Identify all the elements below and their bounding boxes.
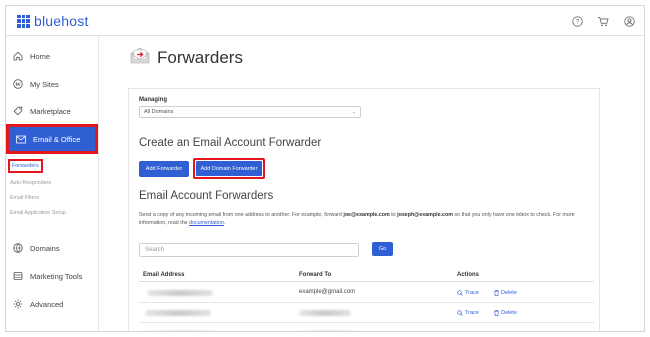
tools-icon xyxy=(12,270,24,282)
redacted-email xyxy=(147,290,213,296)
trace-label: Trace xyxy=(465,290,479,296)
mail-icon xyxy=(15,133,27,145)
delete-action[interactable]: Delete xyxy=(494,331,517,332)
sidebar-item-label: Domains xyxy=(30,243,60,253)
app-window: bluehost ? Home W My Sites Marketplace E… xyxy=(5,5,645,332)
description-text: to xyxy=(389,212,398,218)
page-title: Forwarders xyxy=(157,48,243,67)
sidebar-item-email-office[interactable]: Email & Office xyxy=(6,124,98,154)
managing-domain-value: All Domains xyxy=(144,109,174,115)
table-row: Trace Delete xyxy=(139,304,594,323)
svg-text:W: W xyxy=(15,82,21,88)
trace-label: Trace xyxy=(465,310,479,316)
sidebar-item-label: Home xyxy=(30,51,51,61)
go-button[interactable]: Go xyxy=(372,242,393,256)
delete-action[interactable]: Delete xyxy=(494,310,517,316)
sidebar-item-home[interactable]: Home xyxy=(6,45,98,67)
trash-icon xyxy=(494,290,499,296)
redacted-email xyxy=(145,331,219,332)
managing-domain-select[interactable]: All Domains ⌄ xyxy=(139,106,361,118)
top-bar: bluehost ? xyxy=(6,6,644,36)
subnav-forwarders[interactable]: Forwarders xyxy=(8,159,43,173)
forwarders-mail-icon xyxy=(130,47,150,69)
subnav-email-application-setup[interactable]: Email Application Setup xyxy=(10,210,66,216)
cart-icon[interactable] xyxy=(596,14,610,28)
documentation-link[interactable]: documentation xyxy=(189,220,224,226)
add-domain-forwarder-button[interactable]: Add Domain Forwarder xyxy=(193,158,265,179)
svg-text:?: ? xyxy=(575,18,579,25)
sidebar-item-domains[interactable]: Domains xyxy=(6,237,98,259)
trace-action[interactable]: Trace xyxy=(457,331,479,332)
trace-action[interactable]: Trace xyxy=(457,290,479,296)
description-text: Send a copy of any incoming email from o… xyxy=(139,212,344,218)
search-icon xyxy=(457,310,463,316)
redacted-forward-to xyxy=(299,331,357,332)
sidebar-item-advanced[interactable]: Advanced xyxy=(6,293,98,315)
forwarders-panel: Managing All Domains ⌄ Create an Email A… xyxy=(128,88,600,332)
forward-to-value: example@gmail.com xyxy=(299,289,356,295)
column-header-forward-to: Forward To xyxy=(299,272,332,278)
trace-label: Trace xyxy=(465,331,479,332)
example-email-from: joe@example.com xyxy=(343,212,390,218)
table-row: example@gmail.com Trace Delete xyxy=(139,284,594,303)
table-header: Email Address Forward To Actions xyxy=(139,270,594,282)
subnav-auto-responders[interactable]: Auto Responders xyxy=(10,180,51,186)
account-icon[interactable] xyxy=(622,14,636,28)
trash-icon xyxy=(494,331,499,332)
search-input[interactable]: Search xyxy=(139,243,359,257)
globe-icon xyxy=(12,242,24,254)
bluehost-logo[interactable]: bluehost xyxy=(17,13,89,29)
add-forwarder-button[interactable]: Add Forwarder xyxy=(139,161,189,177)
redacted-forward-to xyxy=(299,310,351,316)
add-domain-forwarder-label: Add Domain Forwarder xyxy=(196,161,262,176)
wordpress-icon: W xyxy=(12,78,24,90)
trace-action[interactable]: Trace xyxy=(457,310,479,316)
help-icon[interactable]: ? xyxy=(570,14,584,28)
delete-label: Delete xyxy=(501,290,517,296)
home-icon xyxy=(12,50,24,62)
chevron-down-icon: ⌄ xyxy=(351,109,356,115)
gear-icon xyxy=(12,298,24,310)
main-content: Forwarders Managing All Domains ⌄ Create… xyxy=(100,37,644,332)
trash-icon xyxy=(494,310,499,316)
forwarders-heading: Email Account Forwarders xyxy=(139,190,274,202)
delete-label: Delete xyxy=(501,310,517,316)
create-forwarder-heading: Create an Email Account Forwarder xyxy=(139,137,322,149)
sidebar-item-marketplace[interactable]: Marketplace xyxy=(6,100,98,122)
sidebar-item-label: Marketplace xyxy=(30,106,71,116)
description-text: . xyxy=(223,220,226,226)
delete-action[interactable]: Delete xyxy=(494,290,517,296)
managing-label: Managing xyxy=(139,97,167,103)
search-icon xyxy=(457,290,463,296)
column-header-actions: Actions xyxy=(457,272,480,278)
sidebar-item-label: Advanced xyxy=(30,299,64,309)
table-row: Trace Delete xyxy=(139,325,594,332)
sidebar-item-label: Marketing Tools xyxy=(30,271,83,281)
logo-grid-icon xyxy=(17,14,30,28)
delete-label: Delete xyxy=(501,331,517,332)
sidebar-item-label: Email & Office xyxy=(33,134,81,144)
sidebar-item-label: My Sites xyxy=(30,79,59,89)
sidebar-item-marketing-tools[interactable]: Marketing Tools xyxy=(6,265,98,287)
sidebar-item-my-sites[interactable]: W My Sites xyxy=(6,73,98,95)
brand-name: bluehost xyxy=(34,13,89,29)
redacted-email xyxy=(145,310,211,316)
tag-icon xyxy=(12,105,24,117)
search-icon xyxy=(457,331,463,332)
column-header-email: Email Address xyxy=(143,272,185,278)
subnav-email-filters[interactable]: Email Filters xyxy=(10,195,39,201)
example-email-to: joseph@example.com xyxy=(397,212,453,218)
forwarders-description: Send a copy of any incoming email from o… xyxy=(139,211,594,227)
sidebar: Home W My Sites Marketplace Email & Offi… xyxy=(6,36,99,331)
page-header: Forwarders xyxy=(130,47,243,69)
